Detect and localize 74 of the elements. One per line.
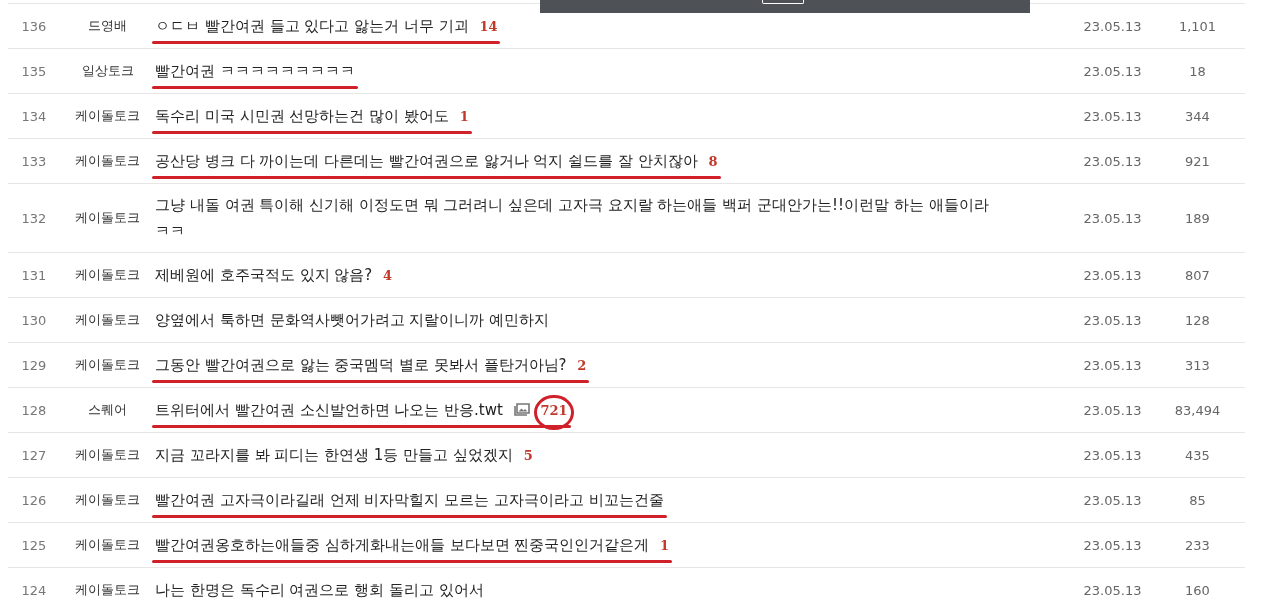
post-title-link[interactable]: 지금 꼬라지를 봐 피디는 한연생 1등 만들고 싶었겠지	[155, 441, 513, 468]
view-count: 85	[1189, 492, 1206, 508]
post-number: 135	[21, 63, 47, 79]
post-title-link[interactable]: 빨간여권 ㅋㅋㅋㅋㅋㅋㅋㅋㅋ	[155, 58, 355, 84]
post-date: 23.05.13	[1083, 18, 1142, 34]
view-count: 807	[1185, 267, 1210, 283]
view-count: 128	[1185, 312, 1210, 328]
post-category: 스퀘어	[88, 401, 127, 419]
post-date: 23.05.13	[1083, 153, 1142, 169]
comment-count[interactable]: 2	[577, 357, 587, 373]
comment-count[interactable]: 4	[383, 267, 393, 283]
post-date: 23.05.13	[1083, 537, 1142, 553]
post-title-link[interactable]: 공산당 병크 다 까이는데 다른데는 빨간여권으로 앓거나 억지 쉴드를 잘 안치잖아	[155, 147, 698, 174]
comment-count[interactable]: 721	[540, 402, 568, 418]
post-category: 케이돌토크	[75, 107, 140, 125]
post-category: 케이돌토크	[75, 356, 140, 374]
post-title-link[interactable]: 제베원에 호주국적도 있지 않음?	[155, 261, 373, 288]
post-category: 일상토크	[81, 62, 134, 80]
post-category: 드영배	[88, 17, 127, 35]
post-category: 케이돌토크	[75, 491, 140, 509]
comment-count[interactable]: 1	[459, 108, 469, 124]
post-title-link[interactable]: 그냥 내돌 여권 특이해 신기해 이정도면 뭐 그러려니 싶은데 고자극 요지랄 하는애들 백퍼 군대안가는!!이런말 하는 애들이라 ㅋㅋ	[155, 192, 1005, 244]
post-date: 23.05.13	[1083, 357, 1142, 373]
toast-button[interactable]	[762, 0, 804, 4]
post-number: 130	[21, 312, 47, 328]
comment-count[interactable]: 14	[479, 18, 498, 34]
post-category: 케이돌토크	[75, 536, 140, 554]
view-count: 83,494	[1174, 402, 1221, 418]
post-date: 23.05.13	[1083, 108, 1142, 124]
post-category: 케이돌토크	[75, 209, 140, 227]
view-count: 160	[1185, 582, 1210, 598]
view-count: 189	[1185, 210, 1210, 226]
comment-count[interactable]: 5	[523, 447, 533, 463]
post-number: 136	[21, 18, 47, 34]
view-count: 233	[1185, 537, 1210, 553]
post-title-link[interactable]: ㅇㄷㅂ 빨간여권 들고 있다고 앓는거 너무 기괴	[155, 12, 469, 39]
post-number: 133	[21, 153, 47, 169]
post-date: 23.05.13	[1083, 210, 1142, 226]
view-count: 435	[1185, 447, 1210, 463]
post-category: 케이돌토크	[75, 266, 140, 284]
post-title-link[interactable]: 양옆에서 툭하면 문화역사뺏어가려고 지랄이니까 예민하지	[155, 307, 550, 333]
post-number: 124	[21, 582, 47, 598]
post-title-link[interactable]: 빨간여권 고자극이라길래 언제 비자막힐지 모르는 고자극이라고 비꼬는건줄	[155, 487, 664, 513]
post-number: 127	[21, 447, 47, 463]
post-number: 128	[21, 402, 47, 418]
post-number: 134	[21, 108, 47, 124]
post-title-link[interactable]: 나는 한명은 독수리 여권으로 행회 돌리고 있어서	[155, 577, 484, 600]
post-date: 23.05.13	[1083, 312, 1142, 328]
comment-count[interactable]: 8	[708, 153, 718, 169]
comment-count[interactable]: 1	[660, 537, 670, 553]
post-title-link[interactable]: 독수리 미국 시민권 선망하는건 많이 봤어도	[155, 102, 449, 129]
view-count: 18	[1189, 63, 1206, 79]
post-number: 125	[21, 537, 47, 553]
post-category: 케이돌토크	[75, 152, 140, 170]
post-date: 23.05.13	[1083, 402, 1142, 418]
post-date: 23.05.13	[1083, 492, 1142, 508]
post-category: 케이돌토크	[75, 581, 140, 599]
post-date: 23.05.13	[1083, 63, 1142, 79]
post-title-link[interactable]: 그동안 빨간여권으로 앓는 중국멤덕 별로 못봐서 플탄거아님?	[155, 351, 567, 378]
post-date: 23.05.13	[1083, 582, 1142, 598]
post-date: 23.05.13	[1083, 267, 1142, 283]
post-date: 23.05.13	[1083, 447, 1142, 463]
post-category: 케이돌토크	[75, 446, 140, 464]
post-category: 케이돌토크	[75, 311, 140, 329]
view-count: 921	[1185, 153, 1210, 169]
post-number: 126	[21, 492, 47, 508]
post-title-link[interactable]: 빨간여권옹호하는애들중 심하게화내는애들 보다보면 찐중국인인거같은게	[155, 531, 650, 558]
view-count: 1,101	[1178, 18, 1217, 34]
post-number: 129	[21, 357, 47, 373]
post-number: 131	[21, 267, 47, 283]
post-number: 132	[21, 210, 47, 226]
view-count: 344	[1185, 108, 1210, 124]
post-title-link[interactable]: 트위터에서 빨간여권 소신발언하면 나오는 반응.twt	[155, 396, 503, 423]
view-count: 313	[1185, 357, 1210, 373]
